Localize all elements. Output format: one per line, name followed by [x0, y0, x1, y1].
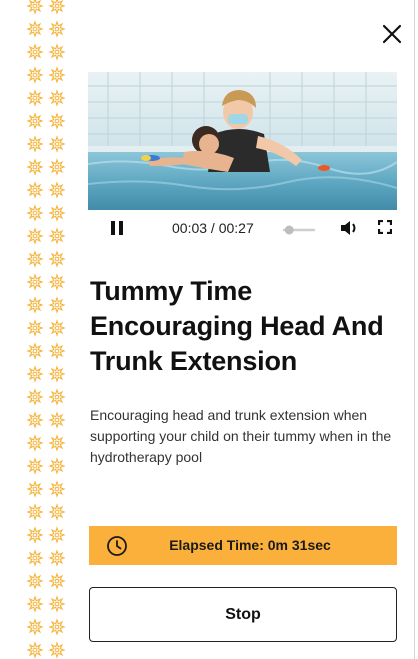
star-motif-icon	[48, 66, 66, 84]
star-motif-icon	[26, 319, 44, 337]
star-motif-icon	[48, 526, 66, 544]
star-motif-icon	[48, 158, 66, 176]
star-motif-icon	[26, 158, 44, 176]
star-motif-icon	[48, 572, 66, 590]
video-controls: 00:03 / 00:27	[88, 210, 397, 246]
star-motif-icon	[26, 43, 44, 61]
star-motif-icon	[26, 296, 44, 314]
star-motif-icon	[26, 572, 44, 590]
star-motif-icon	[26, 388, 44, 406]
star-motif-icon	[48, 227, 66, 245]
star-motif-icon	[26, 457, 44, 475]
volume-button[interactable]	[340, 220, 360, 241]
star-motif-icon	[26, 365, 44, 383]
video-thumbnail[interactable]	[88, 72, 397, 212]
star-motif-icon	[48, 204, 66, 222]
star-motif-icon	[26, 227, 44, 245]
star-motif-icon	[26, 618, 44, 636]
star-motif-icon	[48, 641, 66, 659]
pause-button[interactable]	[110, 220, 124, 241]
close-button[interactable]	[376, 18, 408, 50]
star-motif-icon	[26, 411, 44, 429]
star-motif-icon	[48, 0, 66, 15]
star-motif-icon	[26, 181, 44, 199]
fullscreen-icon	[377, 219, 393, 235]
star-motif-icon	[48, 43, 66, 61]
star-pattern-icon	[26, 0, 66, 659]
star-motif-icon	[48, 319, 66, 337]
video-time: 00:03 / 00:27	[172, 220, 254, 236]
star-motif-icon	[48, 273, 66, 291]
pause-icon	[111, 221, 123, 235]
star-motif-icon	[48, 342, 66, 360]
progress-thumb[interactable]	[284, 225, 294, 235]
video-progress-slider[interactable]	[282, 223, 316, 235]
star-motif-icon	[26, 20, 44, 38]
star-motif-icon	[26, 112, 44, 130]
stop-button[interactable]: Stop	[89, 587, 397, 642]
progress-track	[282, 225, 316, 235]
star-motif-icon	[26, 641, 44, 659]
star-motif-icon	[48, 457, 66, 475]
star-motif-icon	[48, 618, 66, 636]
star-motif-icon	[26, 434, 44, 452]
star-motif-icon	[48, 595, 66, 613]
star-motif-icon	[48, 388, 66, 406]
star-motif-icon	[26, 66, 44, 84]
star-motif-icon	[26, 135, 44, 153]
exercise-description: Encouraging head and trunk extension whe…	[90, 407, 392, 465]
star-motif-icon	[48, 434, 66, 452]
star-motif-icon	[48, 549, 66, 567]
decorative-pattern	[25, 0, 69, 659]
exercise-screen: 00:03 / 00:27 Tummy Time Encouraging Hea…	[25, 0, 415, 659]
star-motif-icon	[26, 342, 44, 360]
star-motif-icon	[26, 89, 44, 107]
star-motif-icon	[48, 365, 66, 383]
star-motif-icon	[48, 250, 66, 268]
star-motif-icon	[26, 0, 44, 15]
star-motif-icon	[26, 480, 44, 498]
fullscreen-button[interactable]	[377, 219, 393, 239]
star-motif-icon	[48, 480, 66, 498]
star-motif-icon	[26, 250, 44, 268]
star-motif-icon	[48, 181, 66, 199]
elapsed-time-bar: Elapsed Time: 0m 31sec	[89, 526, 397, 565]
star-motif-icon	[48, 89, 66, 107]
star-motif-icon	[26, 526, 44, 544]
star-motif-icon	[26, 595, 44, 613]
exercise-title: Tummy Time Encouraging Head And Trunk Ex…	[90, 276, 384, 376]
star-motif-icon	[48, 296, 66, 314]
star-motif-icon	[26, 549, 44, 567]
star-motif-icon	[48, 503, 66, 521]
star-motif-icon	[26, 204, 44, 222]
star-motif-icon	[48, 112, 66, 130]
star-motif-icon	[26, 273, 44, 291]
elapsed-time-label: Elapsed Time: 0m 31sec	[169, 537, 331, 553]
star-motif-icon	[48, 411, 66, 429]
star-motif-icon	[26, 503, 44, 521]
star-motif-icon	[48, 135, 66, 153]
close-icon	[382, 24, 402, 44]
star-motif-icon	[48, 20, 66, 38]
volume-icon	[341, 221, 356, 235]
